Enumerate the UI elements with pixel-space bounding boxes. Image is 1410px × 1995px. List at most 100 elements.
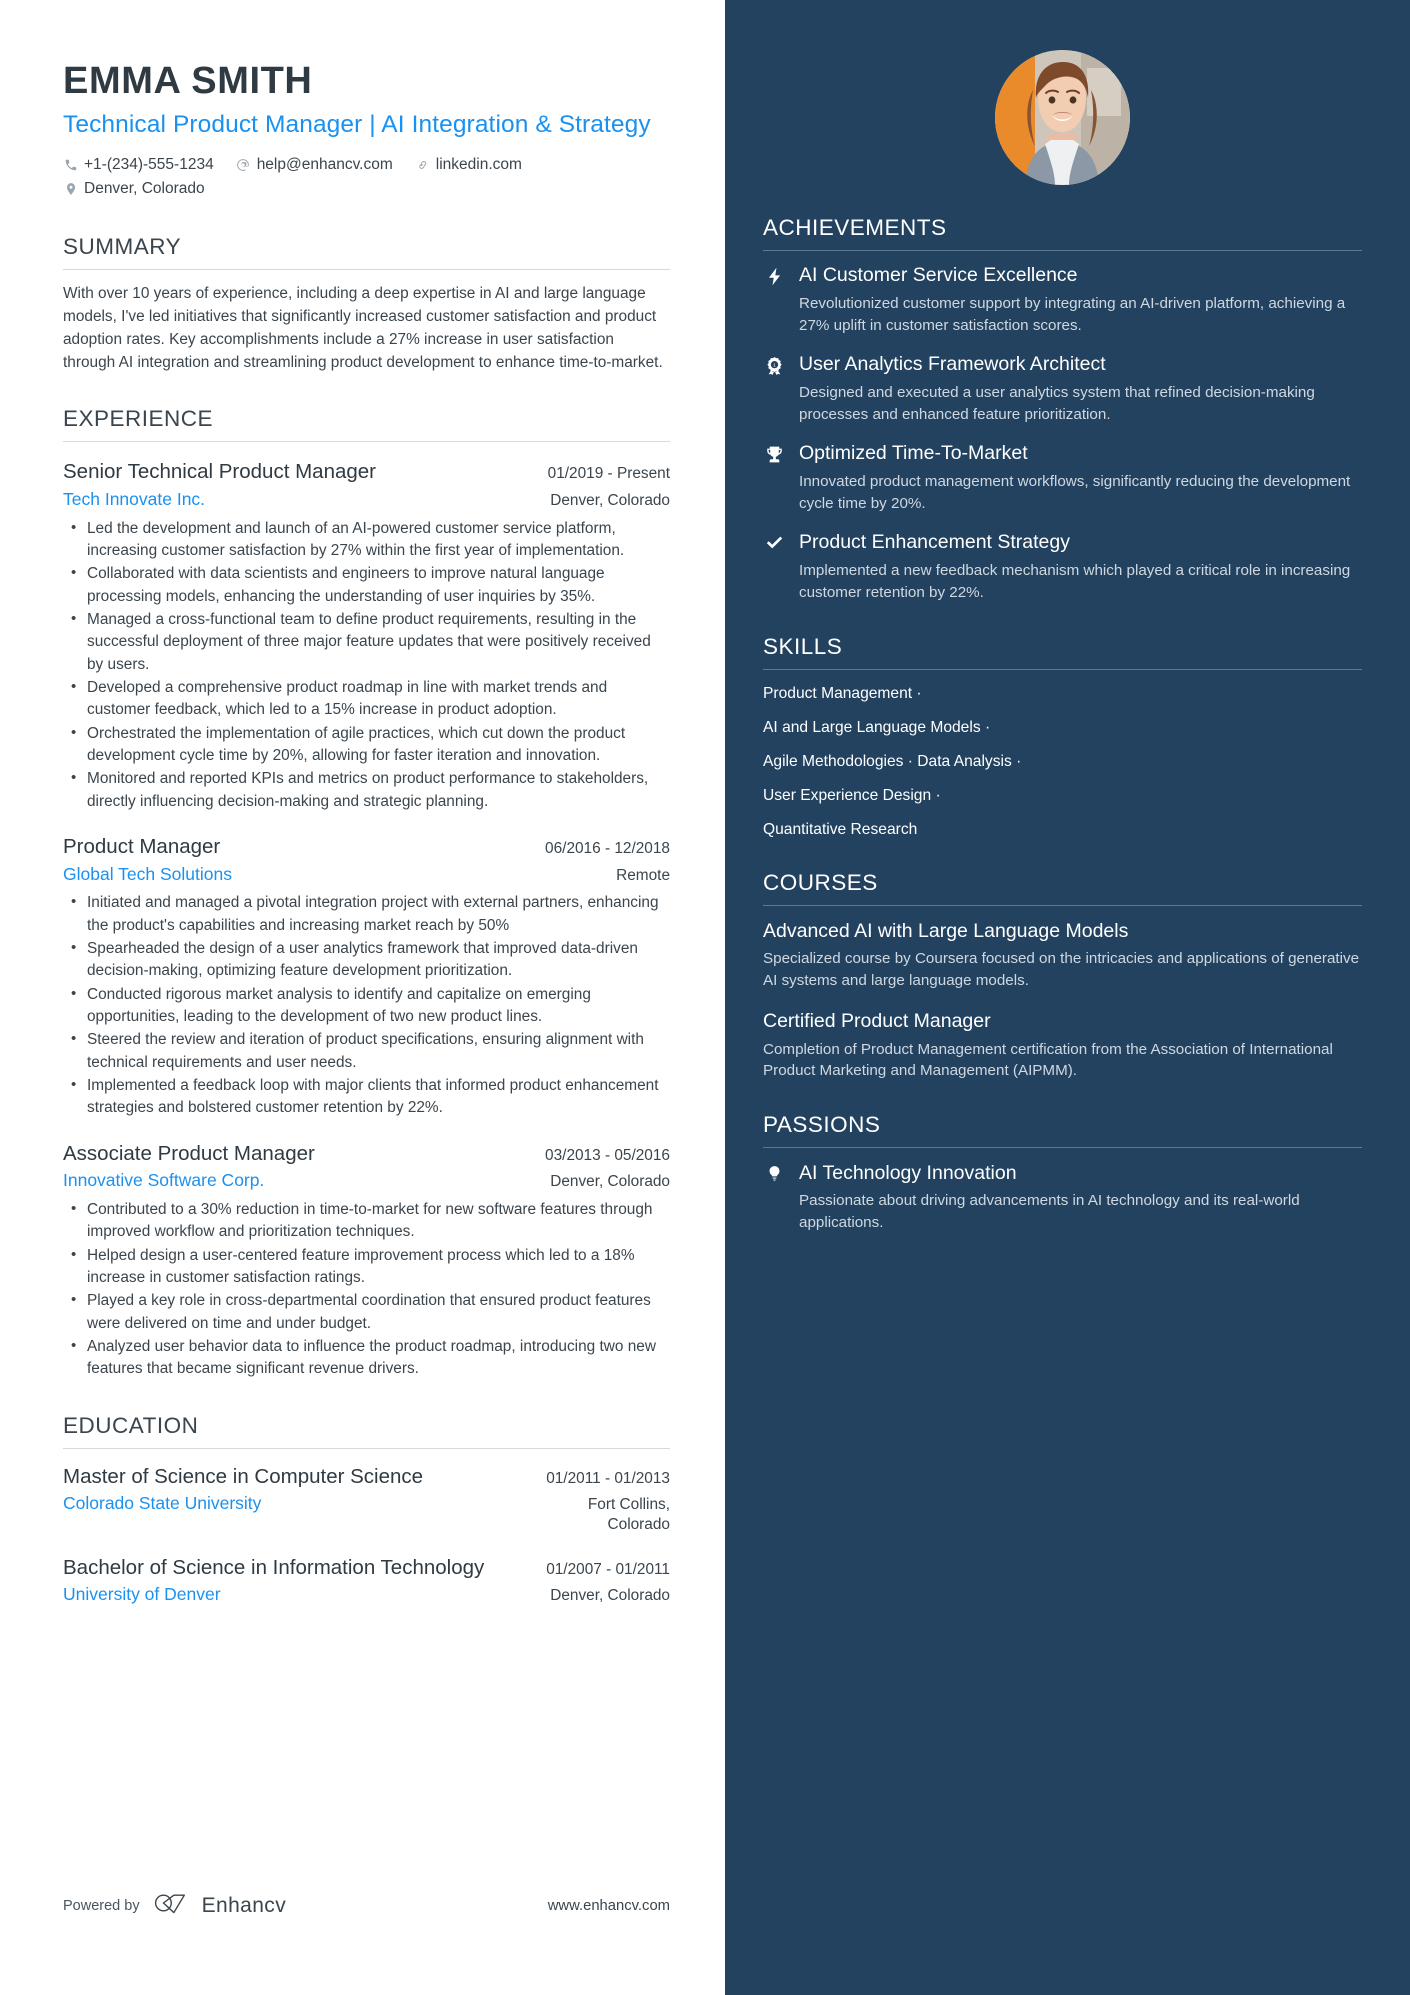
experience-item: Product Manager 06/2016 - 12/2018 Global…	[63, 834, 670, 1120]
job-title: Product Manager	[63, 834, 221, 858]
skill-line: Agile Methodologies · Data Analysis ·	[763, 752, 1022, 770]
contact-phone-text: +1-(234)-555-1234	[84, 155, 214, 173]
job-location: Denver, Colorado	[550, 1173, 670, 1191]
bullet: Contributed to a 30% reduction in time-t…	[63, 1198, 670, 1244]
achievement-item: 1 User Analytics Framework Architect Des…	[763, 353, 1362, 425]
location-icon	[63, 178, 78, 200]
skill-line: Quantitative Research	[763, 820, 918, 838]
contact-email-text: help@enhancv.com	[256, 155, 393, 173]
bullet: Monitored and reported KPIs and metrics …	[63, 767, 670, 813]
degree-dates: 01/2007 - 01/2011	[546, 1560, 670, 1578]
achievement-item: Optimized Time-To-Market Innovated produ…	[763, 442, 1362, 514]
avatar-photo-icon	[995, 50, 1130, 185]
school-name[interactable]: Colorado State University	[63, 1493, 261, 1514]
skill-line: Product Management ·	[763, 684, 922, 702]
achievement-title: AI Customer Service Excellence	[799, 264, 1078, 286]
education-item: Bachelor of Science in Information Techn…	[63, 1555, 670, 1606]
award-badge-icon: 1	[763, 353, 785, 425]
school-name[interactable]: University of Denver	[63, 1584, 221, 1605]
achievement-desc: Innovated product management workflows, …	[799, 473, 1351, 512]
section-title-skills: SKILLS	[763, 633, 843, 659]
bullet: Played a key role in cross-departmental …	[63, 1289, 670, 1335]
contact-info: +1-(234)-555-1234 help@enhancv.com linke…	[63, 153, 670, 203]
section-title-experience: EXPERIENCE	[63, 406, 214, 432]
section-title-passions: PASSIONS	[763, 1111, 881, 1137]
bullet: Developed a comprehensive product roadma…	[63, 676, 670, 722]
sidebar-column: ACHIEVEMENTS AI Customer Service Excelle…	[725, 0, 1410, 1995]
lightbulb-icon	[763, 1161, 785, 1234]
course-desc: Specialized course by Coursera focused o…	[763, 950, 1360, 989]
powered-by-label: Powered by	[63, 1897, 140, 1914]
course-title: Advanced AI with Large Language Models	[763, 919, 1129, 942]
bullet: Spearheaded the design of a user analyti…	[63, 937, 670, 983]
job-title: Associate Product Manager	[63, 1141, 315, 1165]
bullet: Steered the review and iteration of prod…	[63, 1028, 670, 1074]
candidate-headline: Technical Product Manager | AI Integrati…	[63, 110, 651, 138]
school-location: Denver, Colorado	[550, 1587, 670, 1605]
page-footer: Powered by Enhancv www.enhancv.com	[63, 1891, 670, 1920]
summary-text: With over 10 years of experience, includ…	[63, 285, 663, 371]
bullet: Led the development and launch of an AI-…	[63, 517, 670, 563]
website-url[interactable]: www.enhancv.com	[548, 1898, 670, 1914]
section-education: EDUCATION Master of Science in Computer …	[63, 1413, 670, 1606]
degree-dates: 01/2011 - 01/2013	[546, 1469, 670, 1487]
bullet: Collaborated with data scientists and en…	[63, 562, 670, 608]
enhancv-wordmark: Enhancv	[201, 1893, 287, 1917]
contact-row-secondary: Denver, Colorado	[63, 177, 670, 202]
phone-icon	[63, 154, 78, 176]
section-title-summary: SUMMARY	[63, 234, 182, 260]
course-item: Certified Product Manager Completion of …	[763, 1009, 1362, 1082]
achievement-item: AI Customer Service Excellence Revolutio…	[763, 264, 1362, 336]
section-summary: SUMMARY With over 10 years of experience…	[63, 234, 670, 374]
section-passions: PASSIONS AI Technology Innovation Passio…	[763, 1112, 1362, 1234]
section-achievements: ACHIEVEMENTS AI Customer Service Excelle…	[763, 215, 1362, 604]
achievement-title: Product Enhancement Strategy	[799, 531, 1070, 554]
section-courses: COURSES Advanced AI with Large Language …	[763, 870, 1362, 1082]
achievement-desc: Revolutionized customer support by integ…	[799, 294, 1346, 334]
bullet: Conducted rigorous market analysis to id…	[63, 983, 670, 1029]
achievement-title: Optimized Time-To-Market	[799, 442, 1028, 465]
contact-email[interactable]: help@enhancv.com	[236, 153, 393, 178]
job-company[interactable]: Global Tech Solutions	[63, 864, 232, 885]
powered-by-block: Powered by Enhancv	[63, 1891, 286, 1920]
experience-item: Associate Product Manager 03/2013 - 05/2…	[63, 1141, 670, 1381]
candidate-name: EMMA SMITH	[63, 60, 313, 102]
job-title: Senior Technical Product Manager	[63, 460, 376, 484]
degree-title: Bachelor of Science in Information Techn…	[63, 1555, 485, 1579]
passion-item: AI Technology Innovation Passionate abou…	[763, 1161, 1362, 1234]
course-desc: Completion of Product Management certifi…	[763, 1040, 1333, 1080]
skill-line: AI and Large Language Models ·	[763, 718, 991, 736]
course-title: Certified Product Manager	[763, 1010, 991, 1033]
contact-linkedin-text: linkedin.com	[435, 155, 522, 173]
contact-phone[interactable]: +1-(234)-555-1234	[63, 153, 214, 178]
checkmark-icon	[763, 531, 785, 603]
contact-row-primary: +1-(234)-555-1234 help@enhancv.com linke…	[63, 153, 670, 178]
header-block: EMMA SMITH Technical Product Manager | A…	[63, 60, 670, 202]
passion-title: AI Technology Innovation	[799, 1161, 1017, 1184]
achievement-desc: Designed and executed a user analytics s…	[799, 384, 1315, 423]
achievement-title: User Analytics Framework Architect	[799, 353, 1106, 376]
education-item: Master of Science in Computer Science 01…	[63, 1464, 670, 1535]
resume-page: EMMA SMITH Technical Product Manager | A…	[0, 0, 1410, 1995]
school-location: Fort Collins, Colorado	[587, 1496, 670, 1533]
experience-item: Senior Technical Product Manager 01/2019…	[63, 459, 670, 813]
job-bullets: Led the development and launch of an AI-…	[63, 517, 670, 813]
job-company[interactable]: Innovative Software Corp.	[63, 1170, 264, 1191]
degree-title: Master of Science in Computer Science	[63, 1464, 424, 1488]
section-experience: EXPERIENCE Senior Technical Product Mana…	[63, 406, 670, 1380]
job-dates: 01/2019 - Present	[547, 465, 670, 483]
section-title-achievements: ACHIEVEMENTS	[763, 215, 947, 240]
job-dates: 03/2013 - 05/2016	[545, 1146, 670, 1164]
avatar	[995, 50, 1130, 185]
job-company[interactable]: Tech Innovate Inc.	[63, 489, 205, 510]
section-skills: SKILLS Product Management · AI and Large…	[763, 634, 1362, 840]
email-icon	[236, 154, 251, 176]
achievement-desc: Implemented a new feedback mechanism whi…	[799, 562, 1351, 601]
job-bullets: Initiated and managed a pivotal integrat…	[63, 891, 670, 1120]
section-title-courses: COURSES	[763, 869, 878, 895]
avatar-wrap	[763, 0, 1362, 185]
bullet: Implemented a feedback loop with major c…	[63, 1074, 670, 1120]
bullet: Managed a cross-functional team to defin…	[63, 608, 670, 676]
contact-linkedin[interactable]: linkedin.com	[415, 153, 522, 178]
enhancv-logo-icon	[153, 1891, 193, 1920]
